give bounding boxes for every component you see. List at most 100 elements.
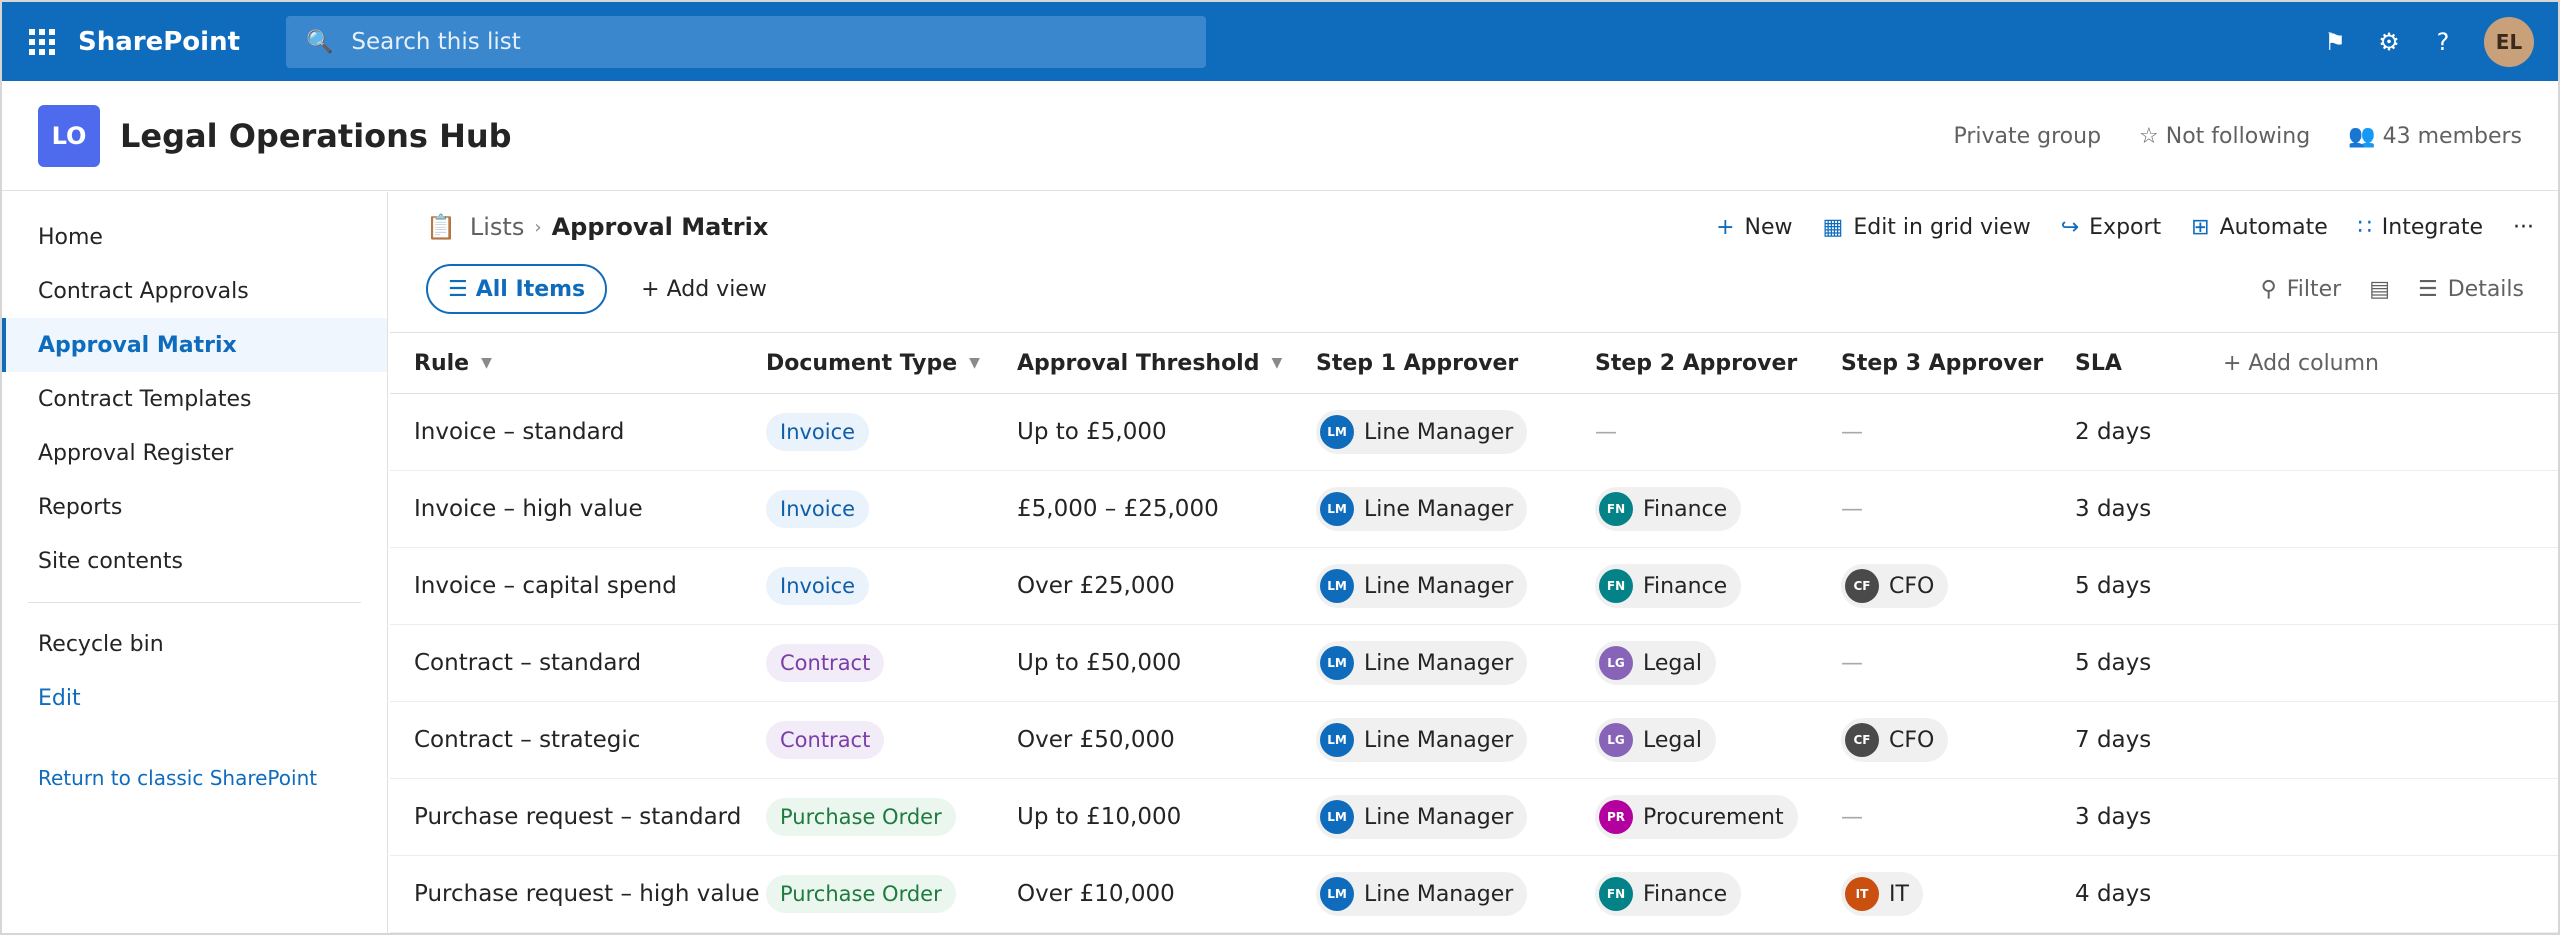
person-name: Finance: [1643, 496, 1728, 522]
person-chip[interactable]: IT IT: [1841, 872, 1923, 916]
waffle-icon[interactable]: [2, 2, 82, 81]
column-header-rule[interactable]: Rule ▼: [390, 351, 766, 376]
person-chip[interactable]: CF CFO: [1841, 564, 1949, 608]
nav-item-home[interactable]: Home: [2, 210, 387, 264]
person-chip[interactable]: PR Procurement: [1595, 795, 1798, 839]
people-icon: 👥: [2348, 123, 2376, 149]
settings-icon[interactable]: ⚙: [2376, 28, 2402, 56]
avatar: CF: [1845, 723, 1879, 757]
nav-item-approval-register[interactable]: Approval Register: [2, 426, 387, 480]
integrate-button[interactable]: ∷ Integrate: [2358, 215, 2483, 240]
automate-icon: ⊞: [2191, 214, 2210, 240]
site-logo[interactable]: LO: [38, 104, 100, 167]
search-input[interactable]: 🔍 Search this list: [286, 16, 1206, 68]
site-meta: Private group ☆ Not following 👥 43 membe…: [1953, 81, 2522, 191]
table-row[interactable]: Purchase request – high value Purchase Or…: [390, 856, 2558, 933]
cell-document-type: Purchase Order: [766, 798, 1017, 836]
export-button[interactable]: ↪ Export: [2061, 215, 2161, 240]
column-header-step3[interactable]: Step 3 Approver: [1841, 351, 2075, 376]
cell-step3-approver: IT IT: [1841, 872, 2075, 916]
person-name: Legal: [1643, 727, 1702, 753]
column-header-approval-threshold[interactable]: Approval Threshold ▼: [1017, 351, 1316, 376]
empty-value: —: [1841, 804, 1863, 830]
cell-step3-approver: CF CFO: [1841, 564, 2075, 608]
table-row[interactable]: Contract – strategic Contract Over £50,000…: [390, 702, 2558, 779]
edit-grid-button[interactable]: ▦ Edit in grid view: [1823, 215, 2031, 240]
person-chip[interactable]: FN Finance: [1595, 487, 1742, 531]
automate-button[interactable]: ⊞ Automate: [2191, 215, 2328, 240]
view-layout-icon[interactable]: ▤: [2369, 277, 2390, 302]
person-chip[interactable]: LG Legal: [1595, 641, 1716, 685]
nav-edit-link[interactable]: Edit: [2, 671, 387, 725]
filter-button[interactable]: ⚲ Filter: [2261, 277, 2342, 302]
table-row[interactable]: Invoice – high value Invoice £5,000 – £25,…: [390, 471, 2558, 548]
user-avatar[interactable]: EL: [2484, 16, 2534, 67]
cell-document-type: Invoice: [766, 413, 1017, 451]
follow-button[interactable]: ☆ Not following: [2139, 124, 2310, 149]
breadcrumb-lists[interactable]: Lists: [470, 213, 524, 241]
column-header-step2[interactable]: Step 2 Approver: [1595, 351, 1841, 376]
members-button[interactable]: 👥 43 members: [2348, 124, 2522, 149]
column-header-document-type[interactable]: Document Type ▼: [766, 351, 1017, 376]
column-header-sla[interactable]: SLA: [2075, 351, 2223, 376]
person-chip[interactable]: LG Legal: [1595, 718, 1716, 762]
sort-chevron-icon: ▼: [969, 355, 980, 371]
person-chip[interactable]: LM Line Manager: [1316, 564, 1528, 608]
members-count: 43 members: [2382, 123, 2522, 149]
cell-rule[interactable]: Contract – strategic: [390, 727, 766, 753]
table-row[interactable]: Contract – standard Contract Up to £50,000…: [390, 625, 2558, 702]
nav-item-site-contents[interactable]: Site contents: [2, 534, 387, 588]
cell-rule[interactable]: Invoice – capital spend: [390, 573, 766, 599]
person-chip[interactable]: LM Line Manager: [1316, 718, 1528, 762]
add-column-button[interactable]: + Add column: [2223, 351, 2523, 376]
nav-item-reports[interactable]: Reports: [2, 480, 387, 534]
return-classic-link[interactable]: Return to classic SharePoint: [2, 751, 387, 805]
person-chip[interactable]: LM Line Manager: [1316, 410, 1528, 454]
person-chip[interactable]: FN Finance: [1595, 564, 1742, 608]
cell-step3-approver: —: [1841, 805, 2075, 830]
new-button[interactable]: + New: [1716, 215, 1792, 240]
table-row[interactable]: Invoice – standard Invoice Up to £5,000 LM L…: [390, 394, 2558, 471]
list-view-icon: ☰: [448, 276, 468, 302]
nav-item-contract-templates[interactable]: Contract Templates: [2, 372, 387, 426]
document-type-tag: Invoice: [766, 490, 870, 528]
more-button[interactable]: ···: [2513, 215, 2534, 240]
breadcrumb-current[interactable]: Approval Matrix: [552, 213, 769, 241]
column-header-step1[interactable]: Step 1 Approver: [1316, 351, 1595, 376]
nav-item-contract-approvals[interactable]: Contract Approvals: [2, 264, 387, 318]
nav-recycle-bin[interactable]: Recycle bin: [2, 617, 387, 671]
person-chip[interactable]: LM Line Manager: [1316, 487, 1528, 531]
cell-step2-approver: FN Finance: [1595, 564, 1841, 608]
cell-rule[interactable]: Invoice – standard: [390, 419, 766, 445]
add-view-button[interactable]: + Add view: [641, 277, 767, 302]
person-chip[interactable]: CF CFO: [1841, 718, 1949, 762]
cell-step1-approver: LM Line Manager: [1316, 872, 1595, 916]
table-row[interactable]: Invoice – capital spend Invoice Over £25,0…: [390, 548, 2558, 625]
person-name: Line Manager: [1364, 650, 1514, 676]
cell-step3-approver: —: [1841, 420, 2075, 445]
cell-rule[interactable]: Purchase request – standard: [390, 804, 766, 830]
person-chip[interactable]: FN Finance: [1595, 872, 1742, 916]
avatar: FN: [1599, 877, 1633, 911]
automate-label: Automate: [2219, 214, 2328, 240]
table-row[interactable]: Purchase request – standard Purchase Orde…: [390, 779, 2558, 856]
help-icon[interactable]: ?: [2430, 28, 2456, 56]
site-title[interactable]: Legal Operations Hub: [120, 117, 512, 155]
cell-rule[interactable]: Contract – standard: [390, 650, 766, 676]
cell-step2-approver: FN Finance: [1595, 872, 1841, 916]
person-chip[interactable]: LM Line Manager: [1316, 641, 1528, 685]
command-bar: + New ▦ Edit in grid view ↪ Export ⊞ Aut…: [1716, 206, 2534, 248]
person-chip[interactable]: LM Line Manager: [1316, 872, 1528, 916]
avatar: PR: [1599, 800, 1633, 834]
details-button[interactable]: ☰ Details: [2418, 277, 2524, 302]
cell-rule[interactable]: Purchase request – high value: [390, 881, 766, 907]
app-name[interactable]: SharePoint: [78, 27, 288, 57]
person-name: Line Manager: [1364, 573, 1514, 599]
sharepoint-page: SharePoint 🔍 Search this list ⚑ ⚙ ? EL L…: [0, 0, 2560, 935]
nav-item-approval-matrix[interactable]: Approval Matrix: [2, 318, 387, 372]
cell-rule[interactable]: Invoice – high value: [390, 496, 766, 522]
flag-icon[interactable]: ⚑: [2322, 28, 2348, 56]
sort-chevron-icon: ▼: [481, 355, 492, 371]
person-chip[interactable]: LM Line Manager: [1316, 795, 1528, 839]
view-all-items[interactable]: ☰ All Items: [426, 264, 608, 314]
